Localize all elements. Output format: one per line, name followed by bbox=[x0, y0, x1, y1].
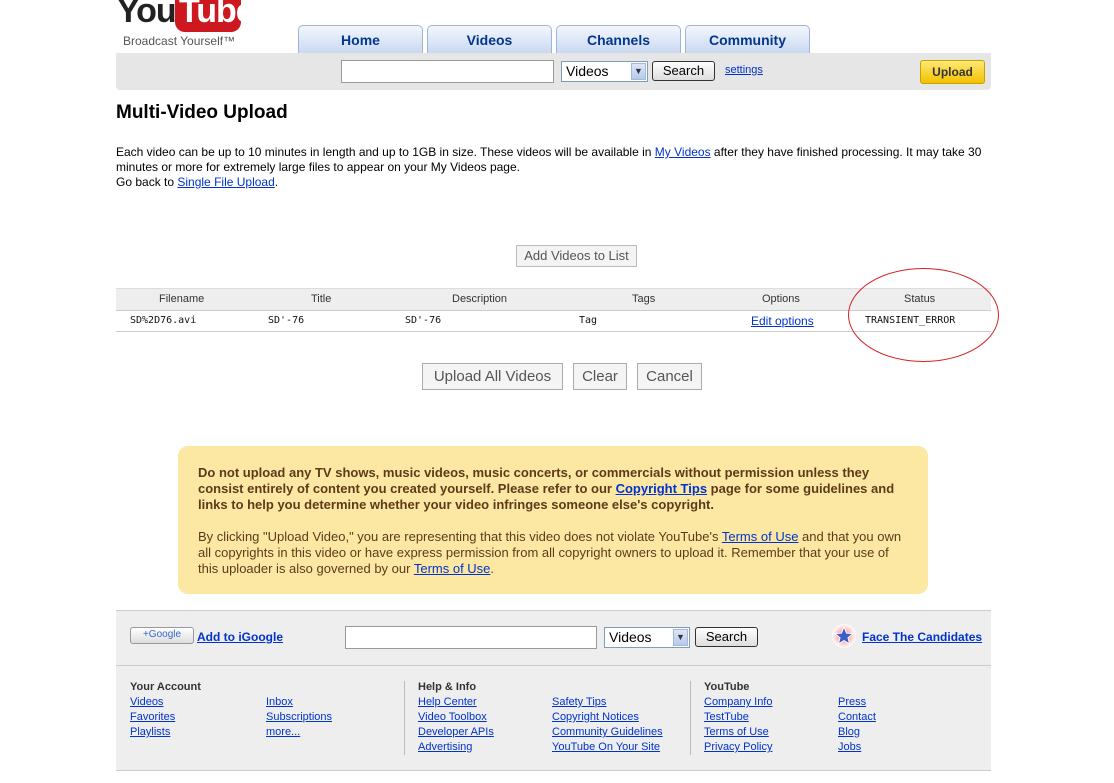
footer-link-safety-tips[interactable]: Safety Tips bbox=[552, 696, 606, 708]
page-title: Multi-Video Upload bbox=[116, 102, 288, 123]
footer-search-input[interactable] bbox=[345, 626, 597, 649]
footer-link-terms-of-use[interactable]: Terms of Use bbox=[704, 726, 769, 738]
tab-videos[interactable]: Videos bbox=[427, 25, 552, 54]
logo-tube-box: Tube bbox=[175, 0, 255, 32]
footer-link-jobs[interactable]: Jobs bbox=[838, 741, 861, 753]
terms-statement-part3: . bbox=[490, 561, 495, 576]
footer-link-advertising[interactable]: Advertising bbox=[418, 741, 472, 753]
copyright-warning: Do not upload any TV shows, music videos… bbox=[198, 465, 910, 513]
footer-link-testtube[interactable]: TestTube bbox=[704, 711, 749, 723]
copyright-notice: Do not upload any TV shows, music videos… bbox=[178, 446, 928, 594]
settings-link[interactable]: settings bbox=[725, 64, 763, 76]
footer-link-videos[interactable]: Videos bbox=[130, 696, 163, 708]
header-search-button[interactable]: Search bbox=[652, 61, 715, 81]
google-badge[interactable]: +Google bbox=[130, 627, 194, 644]
footer-link-more[interactable]: more... bbox=[266, 726, 300, 738]
footer-link-youtube-on-your-site[interactable]: YouTube On Your Site bbox=[552, 741, 660, 753]
star-icon bbox=[832, 624, 856, 648]
footer-link-developer-apis[interactable]: Developer APIs bbox=[418, 726, 494, 738]
footer-link-playlists[interactable]: Playlists bbox=[130, 726, 170, 738]
footer-link-help-center[interactable]: Help Center bbox=[418, 696, 477, 708]
footer-link-video-toolbox[interactable]: Video Toolbox bbox=[418, 711, 487, 723]
column-header-options: Options bbox=[762, 293, 800, 305]
tab-channels[interactable]: Channels bbox=[556, 25, 681, 54]
footer-search-button[interactable]: Search bbox=[695, 627, 758, 647]
column-header-filename: Filename bbox=[159, 293, 205, 305]
tab-community[interactable]: Community bbox=[685, 25, 810, 54]
your-account-heading: Your Account bbox=[130, 681, 201, 693]
header-search-scope-select[interactable]: Videos ▼ bbox=[561, 61, 648, 82]
footer-link-copyright-notices[interactable]: Copyright Notices bbox=[552, 711, 639, 723]
footer-divider bbox=[404, 681, 405, 755]
column-header-title: Title bbox=[311, 293, 332, 305]
intro-text: Each video can be up to 10 minutes in le… bbox=[116, 145, 996, 190]
footer-link-press[interactable]: Press bbox=[838, 696, 866, 708]
single-file-upload-link[interactable]: Single File Upload bbox=[177, 175, 274, 189]
footer-link-blog[interactable]: Blog bbox=[838, 726, 860, 738]
upload-all-videos-button[interactable]: Upload All Videos bbox=[422, 363, 563, 390]
youtube-heading: YouTube bbox=[704, 681, 750, 693]
terms-statement-part1: By clicking "Upload Video," you are repr… bbox=[198, 529, 722, 544]
footer-link-inbox[interactable]: Inbox bbox=[266, 696, 293, 708]
footer-link-contact[interactable]: Contact bbox=[838, 711, 876, 723]
add-videos-to-list-button[interactable]: Add Videos to List bbox=[516, 245, 637, 267]
cancel-button[interactable]: Cancel bbox=[637, 363, 702, 390]
help-info-heading: Help & Info bbox=[418, 681, 477, 693]
clear-button[interactable]: Clear bbox=[573, 363, 627, 390]
footer-link-company-info[interactable]: Company Info bbox=[704, 696, 772, 708]
cell-title: SD'-76 bbox=[268, 315, 305, 326]
chevron-down-icon: ▼ bbox=[631, 63, 646, 80]
add-to-igoogle-link[interactable]: Add to iGoogle bbox=[197, 630, 283, 644]
column-header-description: Description bbox=[452, 293, 508, 305]
header-search-input[interactable] bbox=[341, 60, 554, 83]
my-videos-link[interactable]: My Videos bbox=[655, 145, 711, 159]
tab-home[interactable]: Home bbox=[298, 25, 423, 54]
cell-description: SD'-76 bbox=[405, 315, 442, 326]
column-header-tags: Tags bbox=[632, 293, 656, 305]
copyright-tips-link[interactable]: Copyright Tips bbox=[616, 481, 707, 496]
intro-text-part1: Each video can be up to 10 minutes in le… bbox=[116, 145, 655, 159]
terms-statement: By clicking "Upload Video," you are repr… bbox=[198, 529, 910, 577]
footer-link-privacy-policy[interactable]: Privacy Policy bbox=[704, 741, 772, 753]
logo-tube-text: Tube bbox=[179, 0, 255, 30]
cell-filename: SD%2D76.avi bbox=[130, 315, 197, 326]
footer-search-scope-value: Videos bbox=[609, 629, 652, 645]
cell-tags: Tag bbox=[579, 315, 598, 326]
terms-of-use-link-1[interactable]: Terms of Use bbox=[722, 529, 799, 544]
chevron-down-icon: ▼ bbox=[673, 629, 688, 646]
terms-of-use-link-2[interactable]: Terms of Use bbox=[414, 561, 491, 576]
edit-options-link[interactable]: Edit options bbox=[751, 314, 814, 328]
goback-suffix: . bbox=[274, 175, 279, 189]
header-search-scope-value: Videos bbox=[566, 63, 609, 79]
logo-you-text: You bbox=[117, 0, 177, 30]
footer-search-scope-select[interactable]: Videos ▼ bbox=[604, 627, 690, 648]
footer-divider bbox=[690, 681, 691, 755]
face-the-candidates-link[interactable]: Face The Candidates bbox=[862, 630, 982, 644]
upload-button[interactable]: Upload bbox=[920, 60, 985, 84]
footer-link-subscriptions[interactable]: Subscriptions bbox=[266, 711, 332, 723]
footer-link-community-guidelines[interactable]: Community Guidelines bbox=[552, 726, 663, 738]
logo-tagline: Broadcast Yourself™ bbox=[123, 34, 236, 48]
youtube-logo[interactable]: You Tube Broadcast Yourself™ bbox=[117, 0, 255, 52]
annotation-circle bbox=[848, 268, 999, 362]
footer-link-favorites[interactable]: Favorites bbox=[130, 711, 175, 723]
goback-prefix: Go back to bbox=[116, 175, 178, 189]
